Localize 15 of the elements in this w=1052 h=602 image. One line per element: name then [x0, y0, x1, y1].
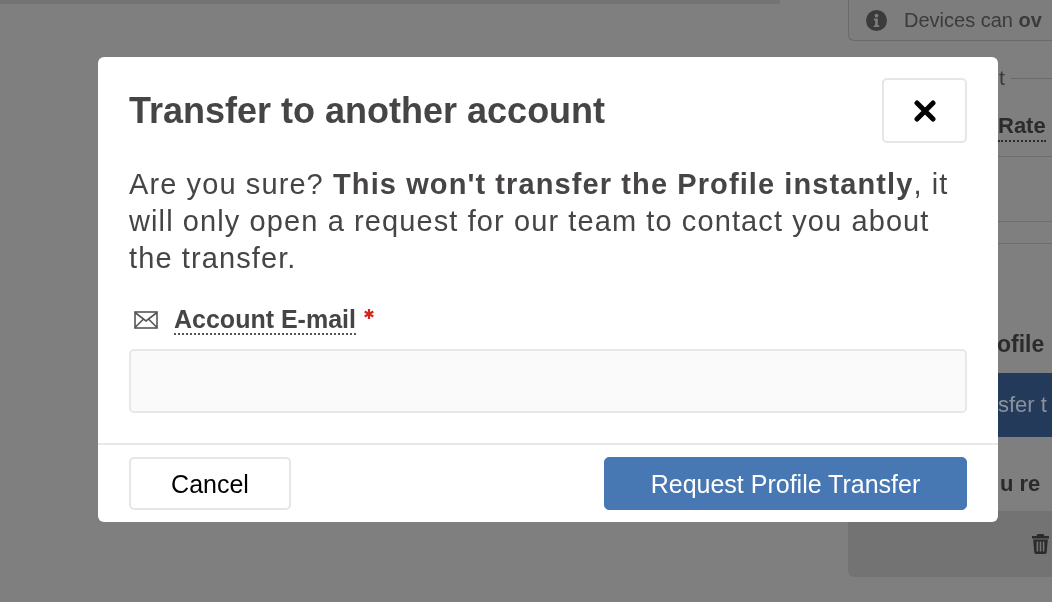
transfer-button[interactable]: sfer t	[998, 373, 1052, 437]
request-button[interactable]: Request Profile Transfer	[604, 457, 967, 510]
dialog-message: Are you sure? This won't transfer the Profile instantly, it will only open a request for our team to contact you about the transfer.	[129, 167, 950, 276]
info-icon	[866, 9, 887, 31]
trash-icon[interactable]	[1032, 534, 1049, 554]
section-title: t	[999, 66, 1005, 90]
close-button[interactable]	[882, 78, 967, 143]
section-heading: ofile	[997, 330, 1045, 359]
section-heading: u re	[1000, 470, 1041, 498]
mail-icon	[134, 311, 158, 329]
field-label: Account E-mail	[174, 305, 356, 335]
cancel-button[interactable]: Cancel	[129, 457, 291, 510]
close-icon	[913, 99, 936, 122]
notice-text: Devices can ov	[904, 8, 1042, 32]
dialog-title: Transfer to another account	[129, 89, 606, 132]
